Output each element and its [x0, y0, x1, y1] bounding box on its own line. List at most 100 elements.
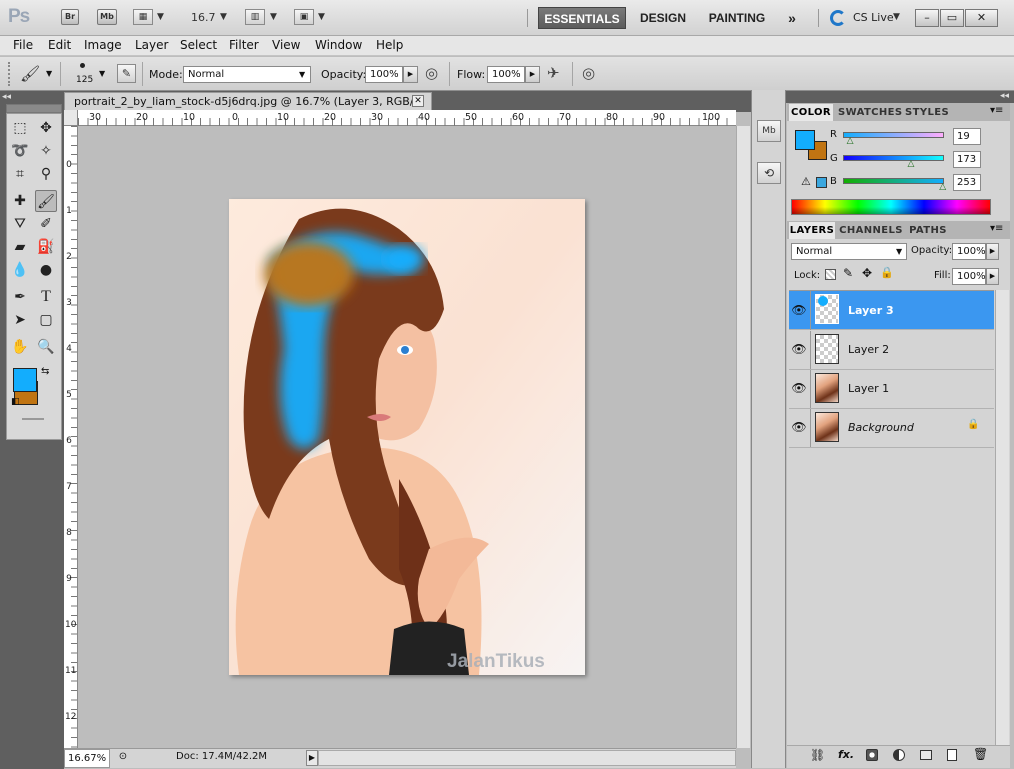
vertical-scrollbar[interactable] — [736, 126, 750, 748]
lock-all-icon[interactable]: 🔒 — [880, 266, 894, 279]
menu-file[interactable]: File — [13, 38, 33, 52]
menu-layer[interactable]: Layer — [135, 38, 168, 52]
cs-live-button[interactable]: CS Live — [853, 11, 894, 24]
layer-name[interactable]: Background — [848, 421, 914, 434]
color-spectrum-ramp[interactable] — [791, 199, 991, 215]
mini-bridge-button[interactable]: Mb — [97, 9, 117, 25]
document-tab-close-icon[interactable]: ✕ — [412, 95, 424, 107]
channel-b-thumb-icon[interactable]: △ — [939, 182, 946, 192]
tablet-opacity-pressure-icon[interactable]: ◎ — [425, 64, 438, 82]
path-selection-tool-icon[interactable]: ➤ — [9, 309, 31, 331]
out-of-gamut-warning-icon[interactable]: ⚠ — [801, 175, 811, 188]
app-zoom-level[interactable]: 16.7 — [191, 11, 216, 24]
layers-panel-menu-icon[interactable]: ▾≡ — [990, 223, 1003, 234]
opacity-input[interactable]: 100% — [365, 66, 403, 83]
menu-help[interactable]: Help — [376, 38, 403, 52]
history-panel-icon[interactable]: ⟲ — [757, 162, 781, 184]
history-brush-tool-icon[interactable]: ✐ — [35, 213, 57, 235]
new-group-icon[interactable] — [920, 750, 932, 760]
lock-pixels-icon[interactable]: ✎ — [843, 266, 853, 280]
blend-mode-select[interactable]: Normal — [791, 243, 907, 260]
hand-tool-icon[interactable]: ✋ — [9, 336, 31, 358]
menu-window[interactable]: Window — [315, 38, 362, 52]
document-tab[interactable]: portrait_2_by_liam_stock-d5j6drq.jpg @ 1… — [64, 92, 432, 125]
airbrush-icon[interactable]: ✈ — [547, 64, 560, 82]
horizontal-scrollbar[interactable] — [318, 750, 736, 766]
tool-preset-caret[interactable]: ▼ — [46, 69, 52, 78]
blend-mode-caret[interactable]: ▼ — [896, 247, 902, 256]
menu-filter[interactable]: Filter — [229, 38, 259, 52]
tab-paths[interactable]: PATHS — [906, 222, 950, 239]
ruler-origin[interactable] — [64, 110, 78, 126]
swap-colors-icon[interactable]: ⇆ — [41, 366, 49, 377]
close-button[interactable]: ✕ — [965, 9, 998, 27]
eraser-tool-icon[interactable]: ▰ — [9, 236, 31, 258]
visibility-eye-icon[interactable]: 👁 — [791, 380, 807, 396]
menu-image[interactable]: Image — [84, 38, 122, 52]
zoom-tool-icon[interactable]: 🔍 — [35, 336, 57, 358]
marquee-tool-icon[interactable]: ⬚ — [9, 117, 31, 139]
foreground-color-swatch[interactable] — [13, 368, 37, 392]
layer-opacity-slider-button[interactable]: ▶ — [986, 243, 999, 260]
toolbox-grip[interactable] — [6, 104, 62, 113]
channel-r-slider[interactable] — [843, 132, 944, 138]
more-workspaces-button[interactable]: » — [783, 7, 801, 29]
channel-r-thumb-icon[interactable]: △ — [847, 136, 854, 146]
color-panel-menu-icon[interactable]: ▾≡ — [990, 105, 1003, 116]
blur-tool-icon[interactable]: 💧 — [9, 259, 31, 281]
tab-channels[interactable]: CHANNELS — [839, 222, 903, 239]
layer-thumbnail[interactable] — [815, 373, 839, 403]
color-panel-foreground-swatch[interactable] — [795, 130, 815, 150]
lock-transparency-icon[interactable] — [825, 269, 836, 280]
document-canvas[interactable]: JalanTikus — [229, 199, 585, 675]
panels-collapse-icon[interactable]: ◂◂ — [1000, 91, 1009, 101]
cs-live-caret[interactable]: ▼ — [893, 12, 900, 22]
gamut-color-swatch[interactable] — [816, 177, 827, 188]
layers-scrollbar[interactable] — [995, 290, 1009, 745]
flow-input[interactable]: 100% — [487, 66, 525, 83]
zoom-caret[interactable]: ▼ — [220, 12, 227, 22]
channel-r-input[interactable]: 19 — [953, 128, 981, 145]
fill-input[interactable]: 100% — [952, 268, 986, 285]
menu-select[interactable]: Select — [180, 38, 217, 52]
minimize-button[interactable]: – — [915, 9, 939, 27]
healing-brush-tool-icon[interactable]: ✚ — [9, 190, 31, 212]
trash-icon[interactable]: 🗑 — [973, 747, 988, 761]
brush-panel-toggle-icon[interactable]: ✎ — [117, 64, 136, 83]
default-colors-icon[interactable]: ◧ — [11, 397, 20, 407]
view-extras-caret[interactable]: ▼ — [157, 12, 164, 22]
tab-styles[interactable]: STYLES — [905, 104, 949, 121]
add-mask-icon[interactable] — [866, 749, 878, 761]
flow-slider-button[interactable]: ▶ — [525, 66, 540, 83]
channel-b-input[interactable]: 253 — [953, 174, 981, 191]
layer-name[interactable]: Layer 1 — [848, 382, 889, 395]
layer-name[interactable]: Layer 2 — [848, 343, 889, 356]
brush-tool-preset-icon[interactable]: 🖌 — [20, 64, 40, 83]
mini-bridge-panel-icon[interactable]: Mb — [757, 120, 781, 142]
layer-thumbnail[interactable] — [815, 334, 839, 364]
visibility-eye-icon[interactable]: 👁 — [791, 419, 807, 435]
arrange-documents-icon[interactable]: ▥ — [245, 9, 265, 25]
pen-tool-icon[interactable]: ✒ — [9, 286, 31, 308]
brush-tip-icon[interactable] — [80, 63, 85, 68]
dodge-tool-icon[interactable]: ● — [35, 259, 57, 281]
brush-picker-caret[interactable]: ▼ — [99, 69, 105, 78]
visibility-eye-icon[interactable]: 👁 — [791, 341, 807, 357]
bridge-button[interactable]: Br — [61, 9, 79, 25]
clone-stamp-tool-icon[interactable]: ⛛ — [9, 213, 31, 235]
workspace-painting[interactable]: PAINTING — [703, 7, 771, 29]
collapse-toolbox-icon[interactable]: ◂◂ — [2, 92, 11, 102]
layer-opacity-input[interactable]: 100% — [952, 243, 986, 260]
channel-g-thumb-icon[interactable]: △ — [907, 159, 914, 169]
type-tool-icon[interactable]: T — [35, 286, 57, 308]
tablet-size-pressure-icon[interactable]: ◎ — [582, 64, 595, 82]
opacity-slider-button[interactable]: ▶ — [403, 66, 418, 83]
visibility-eye-icon[interactable]: 👁 — [791, 302, 807, 318]
lasso-tool-icon[interactable]: ➰ — [9, 140, 31, 162]
fill-slider-button[interactable]: ▶ — [986, 268, 999, 285]
view-extras-icon[interactable]: ▦ — [133, 9, 153, 25]
magic-wand-tool-icon[interactable]: ✧ — [35, 140, 57, 162]
channel-g-input[interactable]: 173 — [953, 151, 981, 168]
screen-mode-caret[interactable]: ▼ — [318, 12, 325, 22]
tab-swatches[interactable]: SWATCHES — [838, 104, 902, 121]
